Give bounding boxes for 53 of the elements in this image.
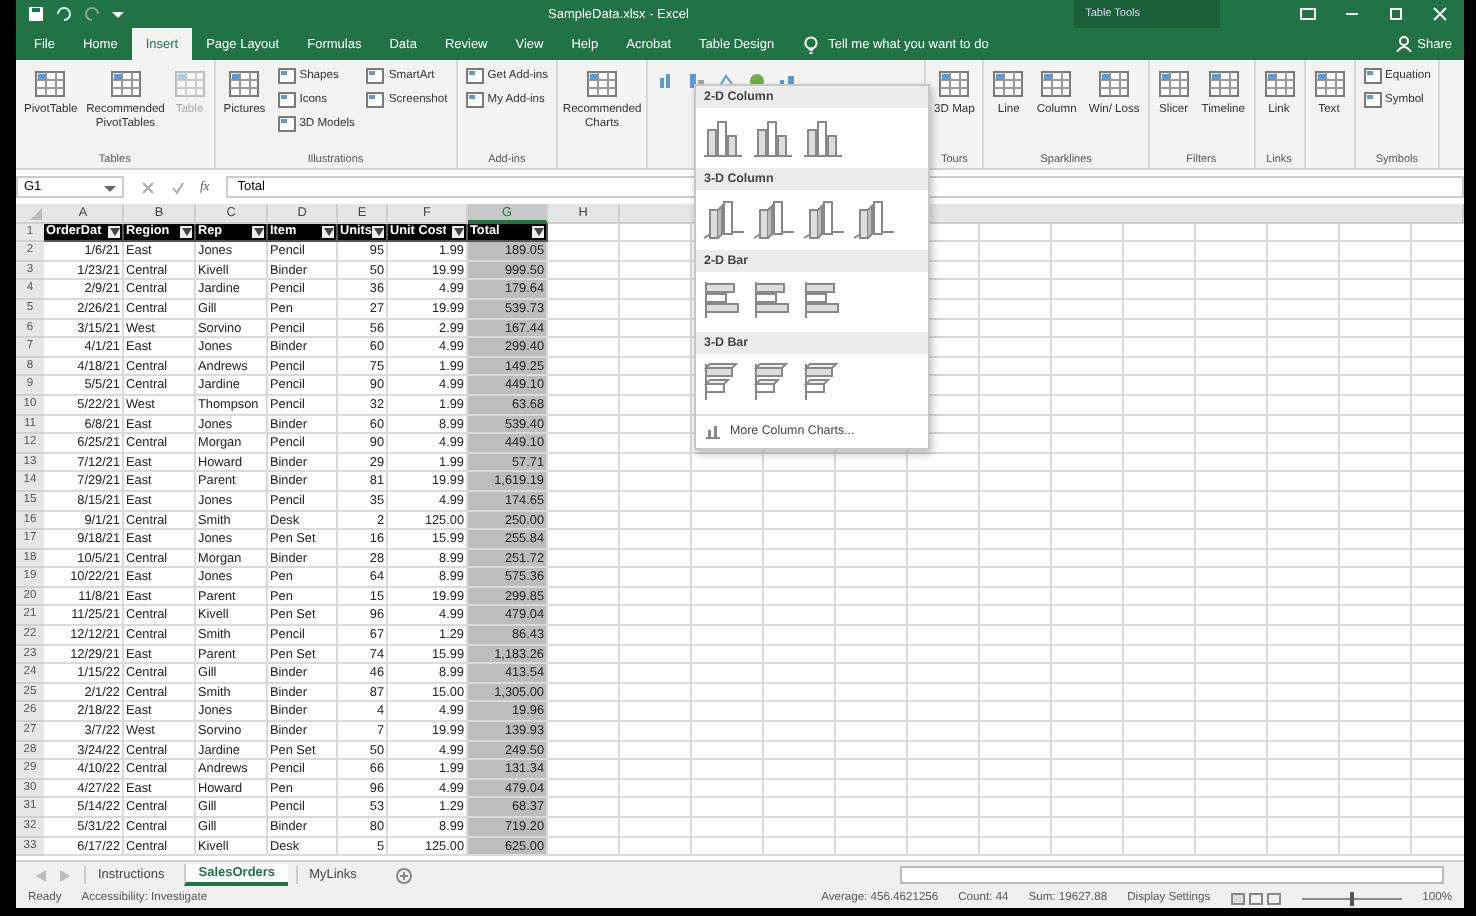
grid-icon bbox=[465, 92, 484, 108]
filter-button[interactable] bbox=[322, 225, 334, 238]
grid-icon bbox=[586, 70, 619, 98]
check-icon bbox=[172, 181, 184, 193]
column-chart-icon bbox=[702, 196, 746, 242]
slider-thumb[interactable] bbox=[1350, 891, 1355, 905]
view-buttons-icon bbox=[1230, 891, 1283, 905]
grid-icon bbox=[1363, 92, 1381, 108]
grid-icon bbox=[109, 70, 142, 98]
filter-button[interactable] bbox=[452, 225, 464, 238]
caret-icon bbox=[104, 181, 116, 193]
filter-button[interactable] bbox=[372, 225, 384, 238]
filter-button[interactable] bbox=[532, 225, 544, 238]
new-sheet-button[interactable] bbox=[396, 867, 413, 883]
grid-icon bbox=[992, 70, 1025, 98]
grid-icon bbox=[1263, 70, 1295, 98]
person-icon bbox=[1395, 36, 1412, 52]
grid-icon bbox=[277, 68, 296, 84]
scroll-right-icon bbox=[60, 869, 70, 881]
caret-icon bbox=[112, 8, 124, 20]
lightbulb-icon bbox=[804, 35, 819, 53]
grid-icon bbox=[366, 68, 385, 84]
column-chart-icon bbox=[704, 422, 722, 440]
grid-icon bbox=[1157, 70, 1190, 98]
column-chart-icon bbox=[802, 196, 846, 242]
ribbon-display-icon bbox=[1300, 6, 1316, 22]
grid-icon bbox=[1040, 70, 1073, 98]
grid-icon bbox=[277, 116, 296, 132]
grid-icon bbox=[465, 68, 484, 84]
undo-icon bbox=[56, 6, 72, 22]
scroll-left-icon bbox=[36, 869, 46, 881]
column-chart-icon bbox=[852, 196, 896, 242]
grid-icon bbox=[366, 92, 385, 108]
cancel-icon bbox=[142, 181, 154, 193]
grid-icon bbox=[1207, 70, 1240, 98]
filter-button[interactable] bbox=[252, 225, 264, 238]
grid-icon bbox=[277, 92, 296, 108]
grid-icon bbox=[173, 70, 206, 98]
grid-icon bbox=[938, 70, 971, 98]
filter-button[interactable] bbox=[180, 225, 192, 238]
filter-button[interactable] bbox=[108, 225, 120, 238]
grid-icon bbox=[228, 70, 261, 98]
grid-icon bbox=[1363, 68, 1381, 84]
grid-icon bbox=[34, 70, 67, 98]
grid-icon bbox=[1313, 70, 1345, 98]
grid-icon bbox=[1098, 70, 1131, 98]
column-chart-icon bbox=[752, 196, 796, 242]
plus-icon bbox=[396, 867, 413, 883]
horizontal-scrollbar[interactable] bbox=[900, 866, 1444, 884]
save-icon bbox=[28, 6, 44, 22]
close-icon bbox=[1432, 6, 1448, 22]
redo-icon bbox=[84, 6, 100, 22]
maximize-icon bbox=[1388, 6, 1404, 22]
